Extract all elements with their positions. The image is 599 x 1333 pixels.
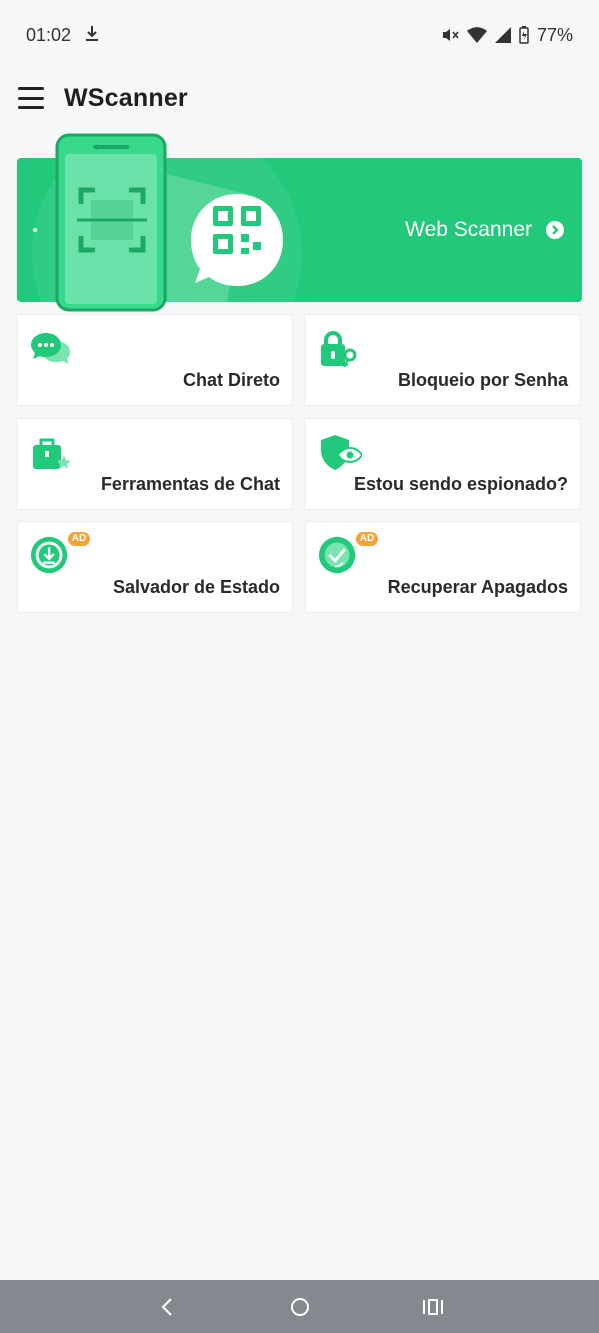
download-circle-icon	[30, 536, 68, 574]
card-label: Salvador de Estado	[112, 577, 280, 597]
card-recuperar-apagados[interactable]: AD Recuperar Apagados	[305, 521, 581, 613]
shield-eye-icon	[321, 435, 362, 470]
battery-percent: 77%	[536, 24, 573, 45]
chevron-right-icon	[546, 221, 564, 239]
status-bar: 01:02 77%	[0, 0, 599, 70]
card-chat-direto[interactable]: Chat Direto	[17, 314, 293, 406]
banner-label: Web Scanner	[405, 218, 532, 241]
download-icon	[85, 25, 99, 46]
web-scanner-banner[interactable]: Web Scanner	[17, 119, 582, 389]
card-ferramentas-de-chat[interactable]: Ferramentas de Chat	[17, 418, 293, 510]
back-icon[interactable]	[147, 1287, 187, 1327]
app-title: WScanner	[64, 83, 188, 112]
card-label: Chat Direto	[182, 370, 280, 390]
card-label: Recuperar Apagados	[387, 577, 568, 597]
wifi-icon	[466, 27, 487, 43]
menu-icon[interactable]	[18, 87, 44, 109]
lock-key-icon	[321, 331, 357, 368]
card-salvador-de-estado[interactable]: AD Salvador de Estado	[17, 521, 293, 613]
system-nav-bar	[0, 1280, 599, 1333]
ad-badge: AD	[356, 532, 378, 546]
recover-icon	[318, 536, 356, 574]
card-label: Ferramentas de Chat	[100, 474, 280, 494]
recents-icon[interactable]	[413, 1287, 453, 1327]
ad-badge: AD	[68, 532, 90, 546]
card-label: Estou sendo espionado?	[353, 474, 568, 494]
battery-icon	[519, 26, 529, 44]
chat-bubbles-icon	[31, 333, 70, 364]
card-label: Bloqueio por Senha	[397, 370, 568, 390]
card-estou-sendo-espionado[interactable]: Estou sendo espionado?	[305, 418, 581, 510]
toolbox-icon	[33, 438, 71, 469]
mute-icon	[441, 27, 459, 43]
home-icon[interactable]	[280, 1287, 320, 1327]
signal-icon	[494, 27, 511, 43]
phone-qr-illustration	[32, 119, 302, 389]
app-bar: WScanner	[0, 70, 599, 126]
card-bloqueio-por-senha[interactable]: Bloqueio por Senha	[305, 314, 581, 406]
status-time: 01:02	[26, 24, 72, 45]
